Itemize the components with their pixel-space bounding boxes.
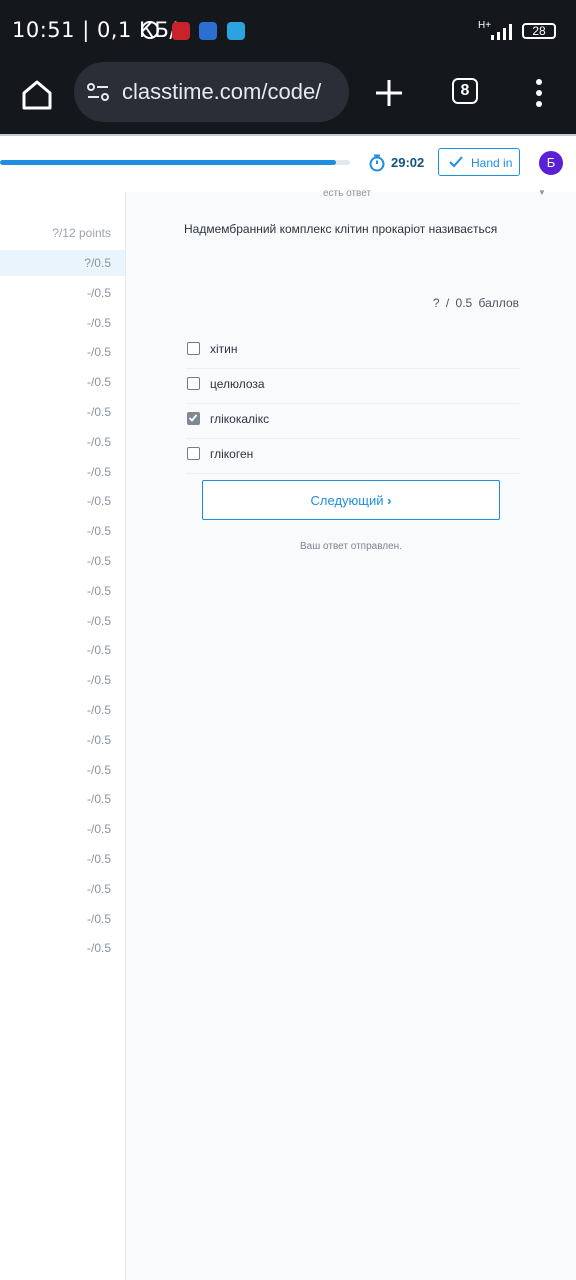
answer-sent-message: Ваш ответ отправлен. bbox=[300, 541, 402, 552]
option-label: глікокалікс bbox=[210, 412, 270, 426]
question-points: -/0.5 bbox=[86, 405, 111, 419]
url-bar[interactable]: classtime.com/code/ bbox=[74, 62, 349, 122]
sidebar-question-item[interactable]: -/0.5 bbox=[0, 399, 125, 425]
site-settings-icon[interactable] bbox=[86, 80, 110, 104]
sidebar-question-item[interactable]: -/0.5 bbox=[0, 906, 125, 932]
next-button[interactable]: Следующий › bbox=[202, 480, 500, 520]
question-points: -/0.5 bbox=[86, 345, 111, 360]
more-menu-icon[interactable] bbox=[528, 78, 550, 108]
question-points: -/0.5 bbox=[86, 852, 111, 866]
sidebar-question-item[interactable]: -/0.5 bbox=[0, 578, 125, 604]
app-notification-icon bbox=[172, 22, 190, 40]
sidebar-question-item[interactable]: -/0.5 bbox=[0, 637, 125, 663]
question-points: -/0.5 bbox=[86, 583, 111, 598]
sidebar-question-item[interactable]: -/0.5 bbox=[0, 786, 125, 812]
question-points: -/0.5 bbox=[86, 673, 111, 688]
timer-text: 29:02 bbox=[391, 155, 425, 170]
total-points: ?/12 points bbox=[52, 226, 111, 240]
question-points: -/0.5 bbox=[86, 643, 111, 658]
question-points: -/0.5 bbox=[86, 881, 111, 896]
sidebar-question-item[interactable]: -/0.5 bbox=[0, 369, 125, 395]
hand-in-button[interactable]: Hand in bbox=[438, 148, 520, 176]
question-list-sidebar: ?/12 points ?/0.5 -/0.5 -/0.5 -/0.5 -/0.5 -/0… bbox=[0, 192, 126, 1280]
option-label: целюлоза bbox=[210, 377, 265, 391]
question-points: -/0.5 bbox=[86, 464, 111, 479]
answer-option[interactable]: глікоген bbox=[186, 439, 519, 474]
answer-option[interactable]: хітин bbox=[186, 334, 519, 369]
question-points: -/0.5 bbox=[86, 941, 111, 956]
sidebar-question-item[interactable]: -/0.5 bbox=[0, 310, 125, 336]
progress-fill bbox=[0, 160, 336, 165]
checkbox[interactable] bbox=[187, 377, 200, 390]
sidebar-question-item[interactable]: -/0.5 bbox=[0, 608, 125, 634]
checkbox[interactable] bbox=[187, 447, 200, 460]
option-label: хітин bbox=[210, 342, 238, 356]
question-points: -/0.5 bbox=[86, 822, 111, 837]
sidebar-question-item[interactable]: -/0.5 bbox=[0, 727, 125, 753]
signal-icon bbox=[491, 24, 512, 40]
progress-bar bbox=[0, 160, 350, 165]
question-points: -/0.5 bbox=[86, 554, 111, 568]
answer-option[interactable]: целюлоза bbox=[186, 369, 519, 404]
sidebar-question-item[interactable]: -/0.5 bbox=[0, 935, 125, 961]
question-points: -/0.5 bbox=[86, 375, 111, 390]
answer-option[interactable]: глікокалікс bbox=[186, 404, 519, 439]
question-points: -/0.5 bbox=[86, 434, 111, 449]
question-panel: есть ответ ▼ Надмембранний комплекс кліт… bbox=[126, 188, 576, 1280]
url-text: classtime.com/code/ bbox=[122, 79, 322, 104]
sidebar-question-item[interactable]: -/0.5 bbox=[0, 697, 125, 723]
status-bar: 10:51 | 0,1 КБ/с H+ 28 bbox=[0, 0, 576, 62]
check-icon bbox=[449, 156, 463, 168]
option-label: глікоген bbox=[210, 447, 254, 461]
sidebar-question-item[interactable]: -/0.5 bbox=[0, 757, 125, 783]
sidebar-question-item[interactable]: -/0.5 bbox=[0, 846, 125, 872]
checkbox[interactable] bbox=[187, 342, 200, 355]
tab-switcher-button[interactable]: 8 bbox=[452, 78, 478, 104]
sidebar-question-item[interactable]: -/0.5 bbox=[0, 816, 125, 842]
sidebar-question-item[interactable]: -/0.5 bbox=[0, 548, 125, 574]
question-points: -/0.5 bbox=[86, 703, 111, 717]
sidebar-question-item[interactable]: -/0.5 bbox=[0, 876, 125, 902]
telegram-icon bbox=[227, 22, 245, 40]
home-icon[interactable] bbox=[18, 76, 56, 114]
chevron-right-icon: › bbox=[383, 493, 392, 508]
new-tab-icon[interactable] bbox=[372, 76, 406, 110]
question-points: -/0.5 bbox=[86, 315, 111, 330]
sidebar-question-item[interactable]: -/0.5 bbox=[0, 488, 125, 514]
checkbox[interactable] bbox=[187, 412, 200, 425]
check-icon bbox=[188, 414, 198, 422]
question-points: -/0.5 bbox=[86, 285, 111, 300]
question-text: Надмембранний комплекс клітин прокаріот … bbox=[184, 222, 498, 236]
battery-icon: 28 bbox=[522, 23, 556, 39]
hand-in-label: Hand in bbox=[471, 156, 513, 170]
browser-toolbar: classtime.com/code/ 8 bbox=[0, 62, 576, 134]
question-points: -/0.5 bbox=[86, 911, 111, 926]
question-points: -/0.5 bbox=[86, 732, 111, 747]
next-label: Следующий bbox=[310, 493, 384, 508]
question-points: -/0.5 bbox=[86, 792, 111, 807]
sidebar-question-item[interactable]: -/0.5 bbox=[0, 429, 125, 455]
answer-status-label: есть ответ bbox=[323, 188, 372, 199]
question-points: -/0.5 bbox=[86, 494, 111, 509]
question-score: ? / 0.5 баллов bbox=[432, 296, 519, 310]
question-points: -/0.5 bbox=[86, 762, 111, 777]
question-points: -/0.5 bbox=[86, 524, 111, 539]
question-points: -/0.5 bbox=[86, 613, 111, 628]
sidebar-question-item[interactable]: ?/0.5 bbox=[0, 250, 125, 276]
question-points: ?/0.5 bbox=[84, 256, 111, 270]
sidebar-question-item[interactable]: -/0.5 bbox=[0, 667, 125, 693]
sidebar-question-item[interactable]: -/0.5 bbox=[0, 280, 125, 306]
chevron-down-icon[interactable]: ▼ bbox=[538, 188, 546, 197]
timer-icon bbox=[369, 154, 385, 172]
alarm-icon bbox=[141, 21, 159, 39]
quiz-header: 29:02 Hand in Б bbox=[0, 136, 576, 192]
sidebar-question-item[interactable]: -/0.5 bbox=[0, 518, 125, 544]
sidebar-question-item[interactable]: -/0.5 bbox=[0, 459, 125, 485]
avatar[interactable]: Б bbox=[539, 151, 563, 175]
status-time: 10:51 | 0,1 КБ/с bbox=[12, 18, 189, 42]
settings-notification-icon bbox=[199, 22, 217, 40]
sidebar-question-item[interactable]: -/0.5 bbox=[0, 339, 125, 365]
